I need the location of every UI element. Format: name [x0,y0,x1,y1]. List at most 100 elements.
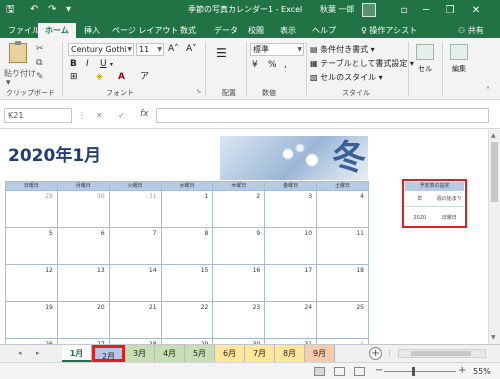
calendar-day-cell[interactable]: 11 [316,227,369,265]
customize-qat-icon[interactable]: ▾ [66,3,71,17]
vertical-scrollbar[interactable]: ▲ ▼ [488,130,500,344]
alignment-icon[interactable]: ☰ [216,47,227,59]
cancel-icon[interactable]: ✕ [96,110,103,121]
page-break-view-icon[interactable] [354,367,365,376]
calendar-day-cell[interactable]: 29 [5,190,58,228]
calendar-day-cell[interactable]: 3 [264,190,318,228]
currency-icon[interactable]: ¥ [252,60,258,71]
ribbon-display-options-icon[interactable]: ▫ [394,2,414,19]
tab-formulas[interactable]: 数式 [178,23,198,38]
number-format-box[interactable]: 標準 ▼ [250,43,304,56]
avatar[interactable] [362,3,376,17]
calendar-day-cell[interactable]: 4 [316,190,369,228]
enter-icon[interactable]: ✓ [118,110,125,121]
font-dialog-launcher-icon[interactable]: ⬂ [196,86,201,97]
calendar-day-cell[interactable]: 17 [264,264,318,302]
calendar-day-cell[interactable]: 10 [264,227,318,265]
increase-font-icon[interactable]: A˄ [168,44,179,55]
calendar-day-cell[interactable]: 13 [56,264,110,302]
save-icon[interactable]: 🖫 [6,3,15,17]
calendar-day-cell[interactable]: 9 [212,227,266,265]
calendar-day-cell[interactable]: 15 [160,264,214,302]
tab-page-layout[interactable]: ページ レイアウト [110,23,180,38]
calendar-day-cell[interactable]: 24 [264,301,318,339]
calendar-day-cell[interactable]: 22 [160,301,214,339]
tab-view[interactable]: 表示 [278,23,298,38]
horizontal-scrollbar[interactable] [398,349,486,358]
cell-styles-button[interactable]: ▧ セルのスタイル ▾ [310,72,383,83]
calendar-day-cell[interactable]: 2 [212,190,266,228]
calendar-day-cell[interactable]: 25 [316,301,369,339]
week-start-value[interactable]: 日曜日 [435,211,465,226]
tab-home[interactable]: ホーム [38,23,76,38]
underline-button[interactable]: U [100,59,107,70]
sheet-tab[interactable]: 3月 [125,345,155,362]
add-sheet-icon[interactable]: + [369,347,382,360]
tell-me-search[interactable]: ♀ 操作アシスト [361,23,417,38]
calendar-day-cell[interactable]: 14 [108,264,162,302]
calendar-day-cell[interactable]: 21 [108,301,162,339]
tab-data[interactable]: データ [212,23,240,38]
sheet-tab[interactable]: 9月 [305,345,335,362]
zoom-in-icon[interactable]: + [458,365,466,377]
copy-icon[interactable]: ⧉ [36,58,42,69]
formula-input[interactable] [156,108,489,123]
calendar-day-cell[interactable]: 1 [160,190,214,228]
share-button[interactable]: ⚇ 共有 [458,23,484,38]
winter-photo[interactable]: 冬 [220,136,368,180]
zoom-slider-thumb[interactable] [412,367,415,376]
paste-icon[interactable] [9,41,27,63]
comma-icon[interactable]: , [284,60,287,71]
calendar-day-cell[interactable]: 19 [5,301,58,339]
tab-file[interactable]: ファイル [6,23,42,38]
scroll-thumb[interactable] [491,142,498,202]
collapse-ribbon-icon[interactable]: ˄ [486,86,490,95]
tab-review[interactable]: 校閲 [246,23,266,38]
calendar-day-cell[interactable]: 12 [5,264,58,302]
minimize-button[interactable]: ─ [416,2,436,19]
cells-button[interactable]: セル [412,44,438,74]
sheet-tab[interactable]: 6月 [215,345,245,362]
cut-icon[interactable]: ✂ [36,44,44,55]
insert-function-button[interactable]: fx [140,109,149,119]
calendar-day-cell[interactable]: 18 [316,264,369,302]
format-as-table-button[interactable]: ▦ テーブルとして書式設定 ▾ [310,58,414,69]
font-name-box[interactable]: Century Gothi ▼ [68,43,134,56]
sheet-tab[interactable]: 8月 [275,345,305,362]
tab-insert[interactable]: 挿入 [82,23,102,38]
page-layout-view-icon[interactable] [334,367,345,376]
calendar-day-cell[interactable]: 7 [108,227,162,265]
phonetic-icon[interactable]: ア [140,72,149,83]
sheet-tab[interactable]: 7月 [245,345,275,362]
scroll-up-icon[interactable]: ▲ [491,132,496,139]
scroll-tabs-left-icon[interactable]: ◂ [18,348,22,359]
calendar-day-cell[interactable]: 20 [56,301,110,339]
calendar-day-cell[interactable]: 5 [5,227,58,265]
scroll-down-icon[interactable]: ▼ [491,334,496,341]
redo-icon[interactable]: ↷ [48,3,56,17]
sheet-tab[interactable]: 5月 [185,345,215,362]
bold-button[interactable]: B [70,59,77,70]
calendar-day-cell[interactable]: 31 [108,190,162,228]
tab-help[interactable]: ヘルプ [310,23,338,38]
border-icon[interactable]: ⊞ [70,72,78,83]
sheet-tab[interactable]: 1月 [62,345,92,362]
scroll-thumb[interactable] [411,351,471,356]
sheet-tab[interactable]: 2月 [92,345,125,362]
format-painter-icon[interactable]: ✎ [36,72,44,83]
font-size-box[interactable]: 11 ▼ [136,43,164,56]
sheet-tab[interactable]: 4月 [155,345,185,362]
calendar-day-cell[interactable]: 6 [56,227,110,265]
calendar-day-cell[interactable]: 8 [160,227,214,265]
conditional-formatting-button[interactable]: ▤ 条件付き書式 ▾ [310,44,375,55]
italic-button[interactable]: I [86,59,89,70]
year-value[interactable]: 2020 [405,211,435,226]
calendar-day-cell[interactable]: 16 [212,264,266,302]
close-button[interactable]: ✕ [466,2,486,19]
zoom-out-icon[interactable]: − [375,365,383,377]
calendar-day-cell[interactable]: 23 [212,301,266,339]
font-color-button[interactable]: A [118,72,125,83]
scroll-tabs-right-icon[interactable]: ▸ [36,348,40,359]
restore-button[interactable]: ❐ [440,2,460,19]
fill-color-icon[interactable]: ◈ [96,72,103,83]
